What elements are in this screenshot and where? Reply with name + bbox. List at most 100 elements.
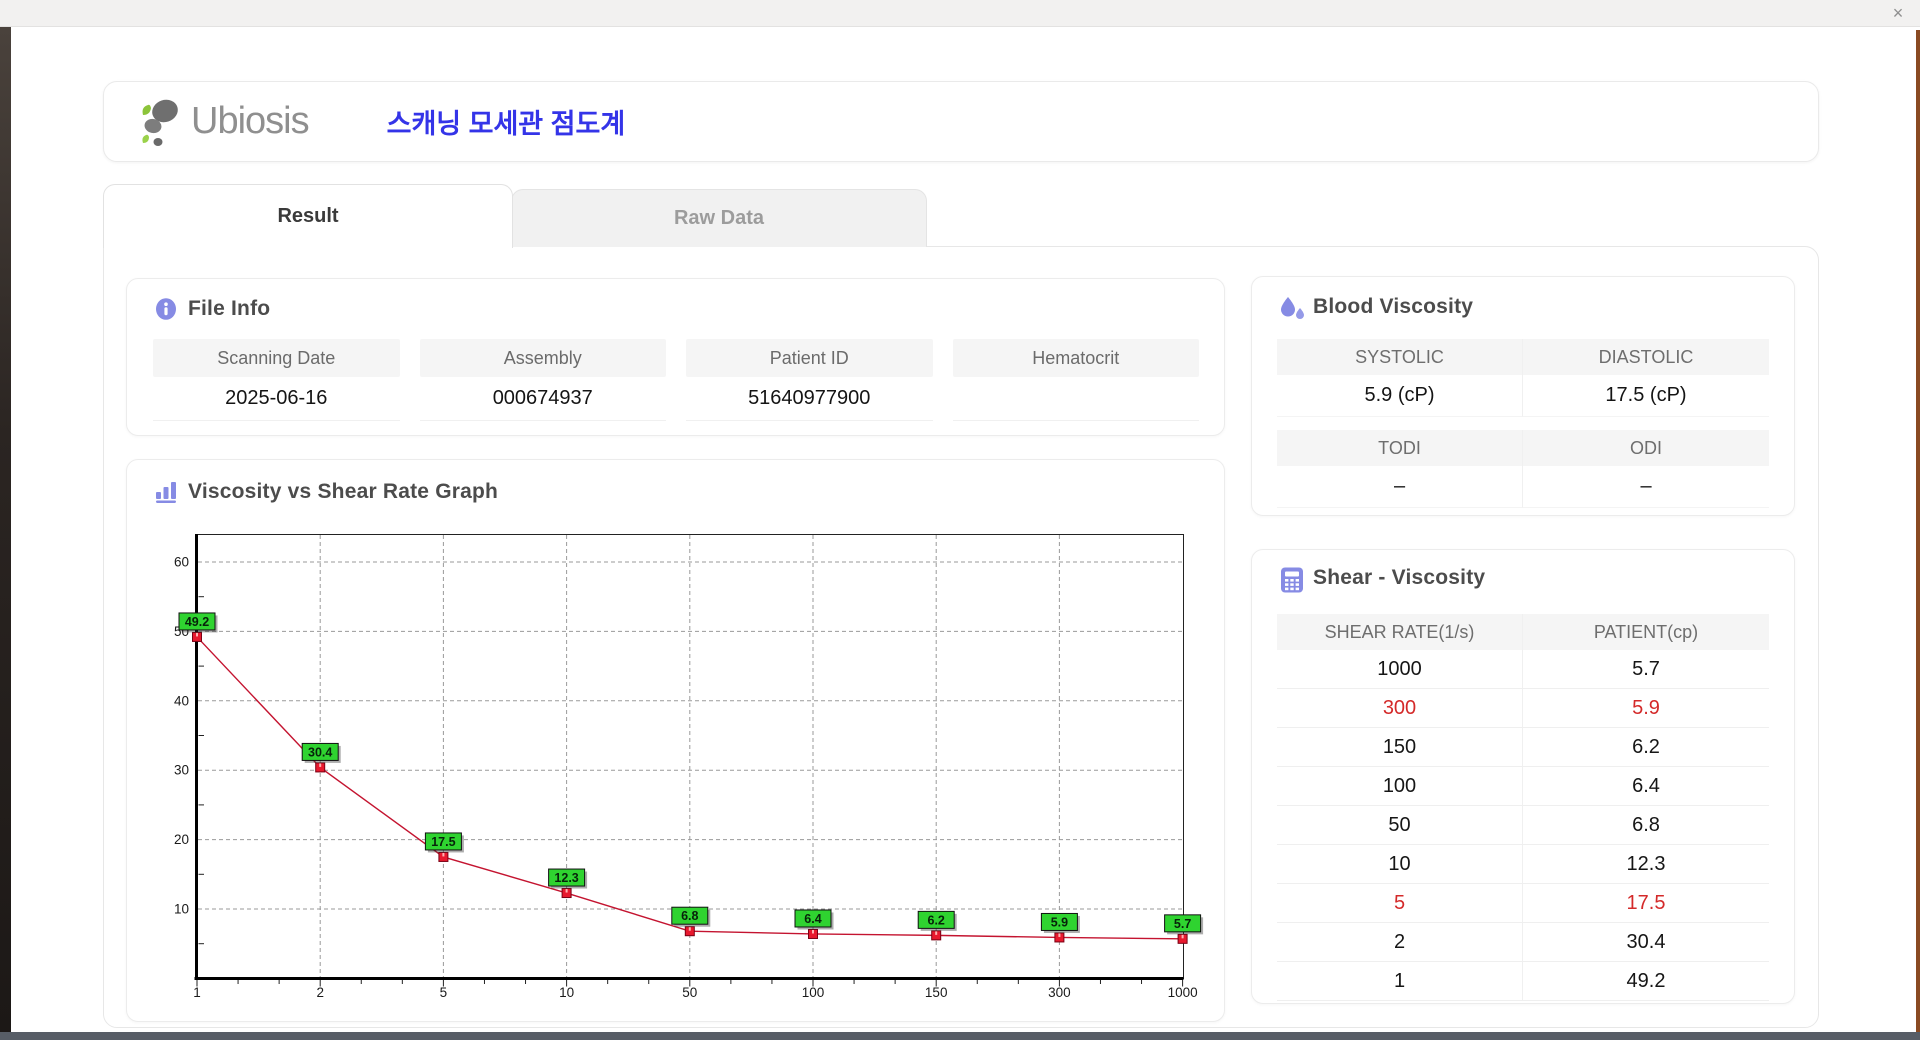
shear-rate-cell: 50	[1277, 806, 1523, 845]
table-value-row: 5.9 (cP) 17.5 (cP)	[1277, 375, 1769, 417]
tab-raw-data[interactable]: Raw Data	[511, 189, 927, 247]
blood-viscosity-title: Blood Viscosity	[1313, 295, 1474, 318]
bar-chart-icon	[155, 481, 177, 503]
svg-text:6.8: 6.8	[681, 909, 698, 923]
shear-viscosity-table: SHEAR RATE(1/s) PATIENT(cp) 1000 5.7 300 5.9 1…	[1277, 614, 1769, 1001]
table-row: 300 5.9	[1277, 689, 1769, 728]
svg-text:30.4: 30.4	[308, 745, 332, 759]
blood-droplets-icon	[1280, 296, 1304, 319]
table-row: 50 6.8	[1277, 806, 1769, 845]
file-info-header-row: Scanning Date Assembly Patient ID Hematocri…	[153, 339, 1199, 377]
svg-text:5.9: 5.9	[1051, 915, 1068, 929]
table-gap	[1277, 417, 1769, 430]
svg-text:300: 300	[1048, 985, 1071, 1000]
app-title: 스캐닝 모세관 점도계	[386, 109, 626, 139]
table-header-row: SHEAR RATE(1/s) PATIENT(cp)	[1277, 614, 1769, 650]
logo-text: Ubiosis	[191, 100, 310, 142]
table-row: 2 30.4	[1277, 923, 1769, 962]
file-info-field-value: 2025-06-16	[153, 377, 400, 421]
viscosity-plot: 1020304050601 2 5 10 50 100 150 300 100049.230.4…	[174, 534, 1204, 1000]
table-row: 1000 5.7	[1277, 650, 1769, 689]
desktop-edge-bottom	[0, 1032, 1920, 1040]
file-info-field-label: Assembly	[419, 339, 666, 377]
column-header: PATIENT(cp)	[1523, 614, 1769, 650]
svg-text:1: 1	[193, 985, 201, 1000]
value-cell: 5.9 (cP)	[1277, 375, 1523, 417]
info-icon	[155, 298, 177, 320]
column-header: SHEAR RATE(1/s)	[1277, 614, 1523, 650]
viscosity-graph-card: Viscosity vs Shear Rate Graph 10 20 30 40 50…	[126, 459, 1225, 1022]
table-header-row: SYSTOLIC DIASTOLIC	[1277, 339, 1769, 375]
value-cell: –	[1523, 466, 1769, 508]
calculator-icon	[1280, 567, 1303, 593]
svg-text:20: 20	[174, 832, 189, 847]
shear-viscosity-card: Shear - Viscosity SHEAR RATE(1/s) PATIENT…	[1251, 549, 1795, 1004]
svg-text:5: 5	[440, 985, 448, 1000]
svg-text:60: 60	[174, 555, 189, 570]
svg-text:5.7: 5.7	[1174, 917, 1191, 931]
graph-title: Viscosity vs Shear Rate Graph	[188, 480, 499, 503]
svg-text:6.2: 6.2	[928, 913, 945, 927]
file-info-value-row: 2025-06-16 000674937 51640977900	[153, 377, 1199, 421]
blood-viscosity-card: Blood Viscosity SYSTOLIC DIASTOLIC 5.9 (cP…	[1251, 276, 1795, 516]
table-row: 1 49.2	[1277, 962, 1769, 1001]
table-value-row: – –	[1277, 466, 1769, 508]
svg-text:12.3: 12.3	[554, 871, 578, 885]
svg-text:40: 40	[174, 693, 189, 708]
shear-rate-cell: 10	[1277, 845, 1523, 884]
table-row: 10 12.3	[1277, 845, 1769, 884]
svg-text:17.5: 17.5	[431, 835, 455, 849]
file-info-field-value: 51640977900	[686, 377, 933, 421]
file-info-field-label: Hematocrit	[952, 339, 1199, 377]
patient-viscosity-cell: 30.4	[1523, 923, 1769, 962]
patient-viscosity-cell: 49.2	[1523, 962, 1769, 1001]
file-info-field-label: Scanning Date	[153, 339, 400, 377]
window-titlebar: ×	[0, 0, 1920, 27]
desktop-edge-left	[0, 26, 11, 1040]
file-info-field-label: Patient ID	[686, 339, 933, 377]
table-row: 5 17.5	[1277, 884, 1769, 923]
svg-text:10: 10	[174, 902, 189, 917]
svg-text:100: 100	[802, 985, 825, 1000]
patient-viscosity-cell: 12.3	[1523, 845, 1769, 884]
shear-rate-cell: 100	[1277, 767, 1523, 806]
patient-viscosity-cell: 6.4	[1523, 767, 1769, 806]
svg-text:1000: 1000	[1168, 985, 1198, 1000]
patient-viscosity-cell: 5.9	[1523, 689, 1769, 728]
svg-text:10: 10	[559, 985, 574, 1000]
file-info-title: File Info	[188, 297, 271, 320]
column-header: DIASTOLIC	[1523, 339, 1769, 375]
file-info-field-value: 000674937	[419, 377, 666, 421]
close-icon[interactable]: ×	[1886, 2, 1910, 24]
column-header: TODI	[1277, 430, 1523, 466]
svg-text:2: 2	[316, 985, 324, 1000]
svg-text:50: 50	[682, 985, 697, 1000]
column-header: ODI	[1523, 430, 1769, 466]
app-header: Ubiosis 스캐닝 모세관 점도계	[103, 81, 1819, 162]
shear-rate-cell: 150	[1277, 728, 1523, 767]
ubiosis-logo-icon	[138, 95, 188, 149]
patient-viscosity-cell: 17.5	[1523, 884, 1769, 923]
svg-text:150: 150	[925, 985, 948, 1000]
table-row: 150 6.2	[1277, 728, 1769, 767]
shear-rate-cell: 1	[1277, 962, 1523, 1001]
table-row: 100 6.4	[1277, 767, 1769, 806]
svg-text:49.2: 49.2	[185, 615, 209, 629]
shear-rate-cell: 2	[1277, 923, 1523, 962]
patient-viscosity-cell: 6.2	[1523, 728, 1769, 767]
value-cell: –	[1277, 466, 1523, 508]
patient-viscosity-cell: 6.8	[1523, 806, 1769, 845]
column-header: SYSTOLIC	[1277, 339, 1523, 375]
shear-rate-cell: 300	[1277, 689, 1523, 728]
value-cell: 17.5 (cP)	[1523, 375, 1769, 417]
desktop-edge-right	[1916, 30, 1920, 1040]
svg-text:30: 30	[174, 763, 189, 778]
shear-viscosity-title: Shear - Viscosity	[1313, 566, 1486, 589]
tab-result[interactable]: Result	[103, 184, 513, 248]
patient-viscosity-cell: 5.7	[1523, 650, 1769, 689]
shear-rate-cell: 5	[1277, 884, 1523, 923]
blood-viscosity-table: SYSTOLIC DIASTOLIC 5.9 (cP) 17.5 (cP) TODI OD…	[1277, 339, 1769, 508]
table-header-row: TODI ODI	[1277, 430, 1769, 466]
shear-rate-cell: 1000	[1277, 650, 1523, 689]
file-info-field-value	[952, 377, 1199, 421]
